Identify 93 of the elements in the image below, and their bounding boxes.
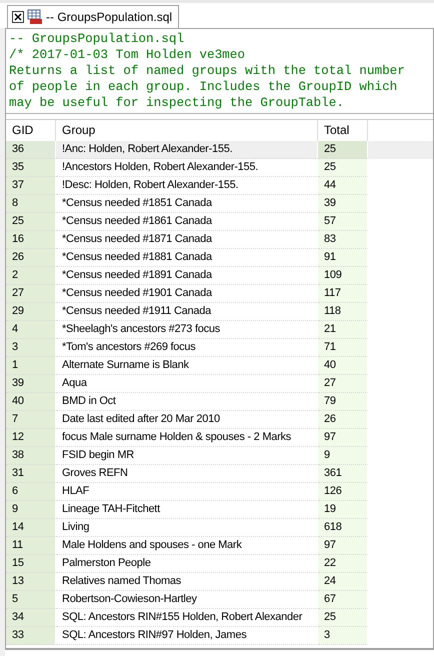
table-cell: 3	[6, 339, 56, 357]
table-cell: 5	[6, 591, 56, 609]
code-comment: of people in each group. Includes the GroupID which	[9, 79, 398, 95]
table-cell: 97	[318, 429, 368, 447]
table-cell: 7	[6, 411, 56, 429]
table-cell: 361	[318, 465, 368, 483]
table-cell: 14	[6, 519, 56, 537]
table-cell: 33	[6, 627, 56, 645]
table-cell: 71	[318, 339, 368, 357]
table-cell: 36	[6, 141, 56, 159]
table-cell: 109	[318, 267, 368, 285]
table-cell: 67	[318, 591, 368, 609]
table-cell: 1	[6, 357, 56, 375]
table-cell: Groves REFN	[56, 465, 318, 483]
table-cell: 83	[318, 231, 368, 249]
table-cell: *Census needed #1901 Canada	[56, 285, 318, 303]
table-cell: 37	[6, 177, 56, 195]
table-cell: 25	[318, 141, 368, 159]
table-cell: 13	[6, 573, 56, 591]
code-comment: /* 2017-01-03 Tom Holden ve3meo	[9, 47, 246, 63]
table-cell: 31	[6, 465, 56, 483]
table-cell: 3	[318, 627, 368, 645]
table-cell: 2	[6, 267, 56, 285]
table-cell: *Sheelagh's ancestors #273 focus	[56, 321, 318, 339]
table-cell: 6	[6, 483, 56, 501]
table-cell: 8	[6, 195, 56, 213]
table-cell: 11	[6, 537, 56, 555]
code-comment: -- GroupsPopulation.sql	[9, 31, 186, 47]
table-cell: 25	[318, 609, 368, 627]
table-cell: !Anc: Holden, Robert Alexander-155.	[56, 141, 318, 159]
table-cell: 118	[318, 303, 368, 321]
table-cell: *Census needed #1851 Canada	[56, 195, 318, 213]
table-cell: Aqua	[56, 375, 318, 393]
table-cell: 26	[318, 411, 368, 429]
table-cell: *Tom's ancestors #269 focus	[56, 339, 318, 357]
table-cell: 24	[318, 573, 368, 591]
table-cell: *Census needed #1871 Canada	[56, 231, 318, 249]
sql-file-icon	[27, 9, 43, 25]
table-cell: !Ancestors Holden, Robert Alexander-155.	[56, 159, 318, 177]
table-cell: Relatives named Thomas	[56, 573, 318, 591]
table-cell: 79	[318, 393, 368, 411]
table-cell: 126	[318, 483, 368, 501]
table-cell: 35	[6, 159, 56, 177]
table-cell: 4	[6, 321, 56, 339]
table-cell: FSID begin MR	[56, 447, 318, 465]
file-tab[interactable]: -- GroupsPopulation.sql	[7, 5, 180, 29]
table-cell: 97	[318, 537, 368, 555]
code-comment: may be useful for inspecting the GroupTable.	[9, 95, 346, 111]
table-cell: Alternate Surname is Blank	[56, 357, 318, 375]
table-cell: 40	[318, 357, 368, 375]
table-cell: 44	[318, 177, 368, 195]
table-cell: 27	[6, 285, 56, 303]
table-cell: *Census needed #1911 Canada	[56, 303, 318, 321]
table-cell: Lineage TAH-Fitchett	[56, 501, 318, 519]
table-cell: 12	[6, 429, 56, 447]
table-cell: Date last edited after 20 Mar 2010	[56, 411, 318, 429]
table-cell: SQL: Ancestors RIN#155 Holden, Robert Alexander	[56, 609, 318, 627]
table-cell: *Census needed #1881 Canada	[56, 249, 318, 267]
table-cell: 9	[318, 447, 368, 465]
table-cell: 16	[6, 231, 56, 249]
table-cell: 26	[6, 249, 56, 267]
selected-row[interactable]: 36 !Anc: Holden, Robert Alexander-155. 25	[6, 141, 433, 159]
table-cell: Palmerston People	[56, 555, 318, 573]
table-cell: 25	[318, 159, 368, 177]
table-cell: 25	[6, 213, 56, 231]
table-cell: 91	[318, 249, 368, 267]
table-cell: 15	[6, 555, 56, 573]
table-cell: 618	[318, 519, 368, 537]
table-cell: 21	[318, 321, 368, 339]
table-cell: 34	[6, 609, 56, 627]
table-cell: 19	[318, 501, 368, 519]
table-cell: 22	[318, 555, 368, 573]
table-cell: Robertson-Cowieson-Hartley	[56, 591, 318, 609]
table-cell: 117	[318, 285, 368, 303]
table-cell: 39	[318, 195, 368, 213]
table-cell: HLAF	[56, 483, 318, 501]
table-cell: 40	[6, 393, 56, 411]
table-cell: 57	[318, 213, 368, 231]
code-comment: Returns a list of named groups with the total number	[9, 63, 406, 79]
table-cell: 27	[318, 375, 368, 393]
close-icon[interactable]	[12, 11, 24, 23]
table-cell: 38	[6, 447, 56, 465]
table-cell: 29	[6, 303, 56, 321]
table-cell: 9	[6, 501, 56, 519]
table-cell: *Census needed #1861 Canada	[56, 213, 318, 231]
table-cell: 39	[6, 375, 56, 393]
table-cell: Living	[56, 519, 318, 537]
table-cell: SQL: Ancestors RIN#97 Holden, James	[56, 627, 318, 645]
table-cell: !Desc: Holden, Robert Alexander-155.	[56, 177, 318, 195]
table-cell: BMD in Oct	[56, 393, 318, 411]
table-cell: focus Male surname Holden & spouses - 2 Marks	[56, 429, 318, 447]
table-cell: *Census needed #1891 Canada	[56, 267, 318, 285]
table-cell: Male Holdens and spouses - one Mark	[56, 537, 318, 555]
